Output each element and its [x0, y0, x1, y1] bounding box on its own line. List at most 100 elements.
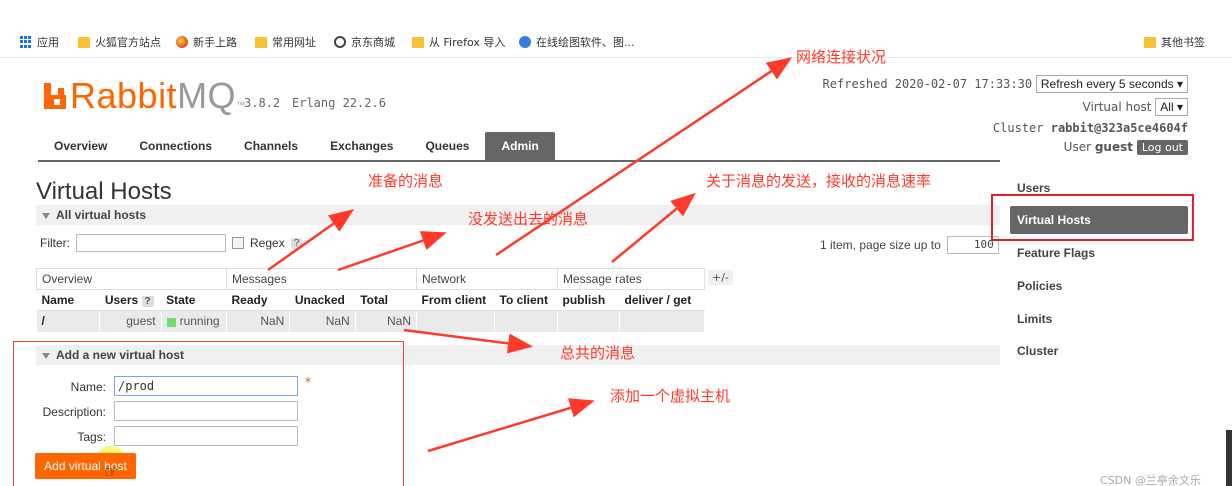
filter-input[interactable] [76, 234, 226, 252]
description-input[interactable] [114, 401, 298, 421]
annotation-unacked: 没发送出去的消息 [468, 210, 589, 228]
col-to-client[interactable]: To client [494, 289, 558, 311]
bookmark-common-sites[interactable]: 常用网址 [255, 34, 316, 50]
group-header-overview: Overview [36, 268, 227, 290]
filter-label: Filter: [40, 236, 70, 250]
sidebar-item-policies[interactable]: Policies [1017, 279, 1062, 293]
vhost-from-client [416, 310, 495, 332]
folder-icon [1144, 36, 1156, 48]
virtual-host-select[interactable]: All ▾ [1155, 98, 1188, 116]
vhost-ready: NaN [226, 310, 291, 332]
folder-icon [255, 36, 267, 48]
refresh-row: Refreshed 2020-02-07 17:33:30 Refresh ev… [823, 75, 1188, 93]
rabbitmq-logo[interactable]: RabbitMQ™ [44, 76, 246, 116]
column-toggle-button[interactable]: +/- [708, 270, 733, 285]
virtual-host-row: Virtual host All ▾ [1083, 98, 1188, 116]
col-name[interactable]: Name [36, 289, 100, 311]
vhost-users: guest [99, 310, 162, 332]
regex-label: Regex [250, 236, 285, 250]
apps-grid-icon [20, 36, 32, 48]
scrollbar-thumb[interactable] [1226, 430, 1232, 486]
vhost-total: NaN [355, 310, 418, 332]
tab-overview[interactable]: Overview [38, 132, 123, 160]
bookmark-import-firefox[interactable]: 从 Firefox 导入 [412, 34, 505, 50]
page-size-label: 1 item, page size up to [820, 238, 941, 252]
sidebar-item-limits[interactable]: Limits [1017, 312, 1052, 326]
logo-text: RabbitMQ™ [70, 75, 246, 116]
tab-queues[interactable]: Queues [409, 132, 485, 160]
users-help-icon[interactable]: ? [141, 296, 154, 307]
regex-checkbox[interactable] [232, 237, 244, 249]
name-input[interactable]: /prod [114, 376, 298, 396]
table-row[interactable]: / guest running NaN NaN NaN [36, 310, 705, 332]
chevron-down-icon: ▾ [1176, 77, 1183, 91]
vhost-unacked: NaN [289, 310, 356, 332]
regex-help-icon[interactable]: ? [290, 237, 303, 249]
vhost-to-client [494, 310, 558, 332]
col-state[interactable]: State [161, 289, 227, 311]
refreshed-timestamp: Refreshed 2020-02-07 17:33:30 [822, 77, 1033, 91]
vhost-state: running [161, 310, 228, 332]
bookmark-online-drawing[interactable]: 在线绘图软件、图... [519, 34, 635, 50]
col-from-client[interactable]: From client [416, 289, 495, 311]
filter-row: Filter: Regex ? [40, 234, 303, 252]
sidebar-highlight-frame [991, 194, 1194, 241]
arrow-total [403, 328, 533, 354]
user-name: guest [1094, 140, 1133, 154]
rabbitmq-logo-icon [44, 83, 66, 109]
cluster-label: Cluster [992, 121, 1044, 135]
annotation-network-status: 网络连接状况 [796, 48, 887, 66]
refresh-select[interactable]: Refresh every 5 seconds ▾ [1035, 75, 1188, 93]
col-deliver-get[interactable]: deliver / get [619, 289, 705, 311]
folder-icon [412, 36, 424, 48]
vhost-deliver-get [619, 310, 705, 332]
bookmark-apps[interactable]: 应用 [20, 34, 59, 50]
user-row: User guest Log out [1064, 140, 1188, 155]
annotation-rates: 关于消息的发送，接收的消息速率 [706, 172, 932, 190]
col-unacked[interactable]: Unacked [289, 289, 356, 311]
description-label: Description: [42, 405, 106, 419]
virtual-hosts-table: Overview Messages Network Message rates … [36, 268, 705, 332]
group-header-messages: Messages [226, 268, 417, 290]
page-title: Virtual Hosts [36, 178, 172, 205]
sidebar-item-users[interactable]: Users [1017, 181, 1050, 195]
col-users[interactable]: Users ? [99, 289, 162, 311]
vhost-name-link[interactable]: / [36, 310, 101, 332]
logout-button[interactable]: Log out [1136, 140, 1188, 155]
arrow-unacked [337, 231, 447, 272]
sidebar-item-feature-flags[interactable]: Feature Flags [1017, 246, 1095, 260]
chevron-down-icon: ▾ [1176, 100, 1183, 114]
tags-input[interactable] [114, 426, 298, 446]
page-size-row: 1 item, page size up to 100 [820, 236, 999, 254]
user-label: User [1063, 140, 1092, 154]
cluster-name: rabbit@323a5ce4604f [1050, 121, 1188, 135]
folder-icon [78, 36, 90, 48]
name-label: Name: [70, 380, 106, 394]
required-mark: * [305, 375, 311, 389]
sidebar-item-cluster[interactable]: Cluster [1017, 344, 1058, 358]
tabs-divider [38, 160, 1000, 162]
bookmark-getting-started[interactable]: 新手上路 [176, 34, 237, 50]
add-virtual-host-button[interactable]: Add virtual host [35, 453, 136, 479]
col-total[interactable]: Total [355, 289, 417, 311]
tab-admin[interactable]: Admin [485, 132, 555, 160]
tab-channels[interactable]: Channels [228, 132, 314, 160]
virtual-host-label: Virtual host [1082, 100, 1152, 114]
vhost-publish [557, 310, 620, 332]
annotation-ready: 准备的消息 [368, 172, 444, 190]
bookmark-other[interactable]: 其他书签 [1144, 34, 1205, 50]
tab-exchanges[interactable]: Exchanges [314, 132, 409, 160]
col-publish[interactable]: publish [557, 289, 620, 311]
annotation-add-host: 添加一个虚拟主机 [610, 387, 731, 405]
group-header-message-rates: Message rates [557, 268, 705, 290]
tags-label: Tags: [77, 430, 106, 444]
tab-connections[interactable]: Connections [123, 132, 228, 160]
col-ready[interactable]: Ready [226, 289, 290, 311]
bookmark-firefox-official[interactable]: 火狐官方站点 [78, 34, 161, 50]
bookmark-jd[interactable]: 京东商城 [334, 34, 395, 50]
group-header-network: Network [416, 268, 558, 290]
csdn-watermark: CSDN @兰亭余文乐 [1100, 474, 1201, 486]
globe-icon [334, 36, 346, 48]
bookmarks-bar: 应用 火狐官方站点 新手上路 常用网址 京东商城 从 Firefox 导入 在线… [0, 24, 1232, 58]
cluster-row: Cluster rabbit@323a5ce4604f [993, 121, 1188, 135]
